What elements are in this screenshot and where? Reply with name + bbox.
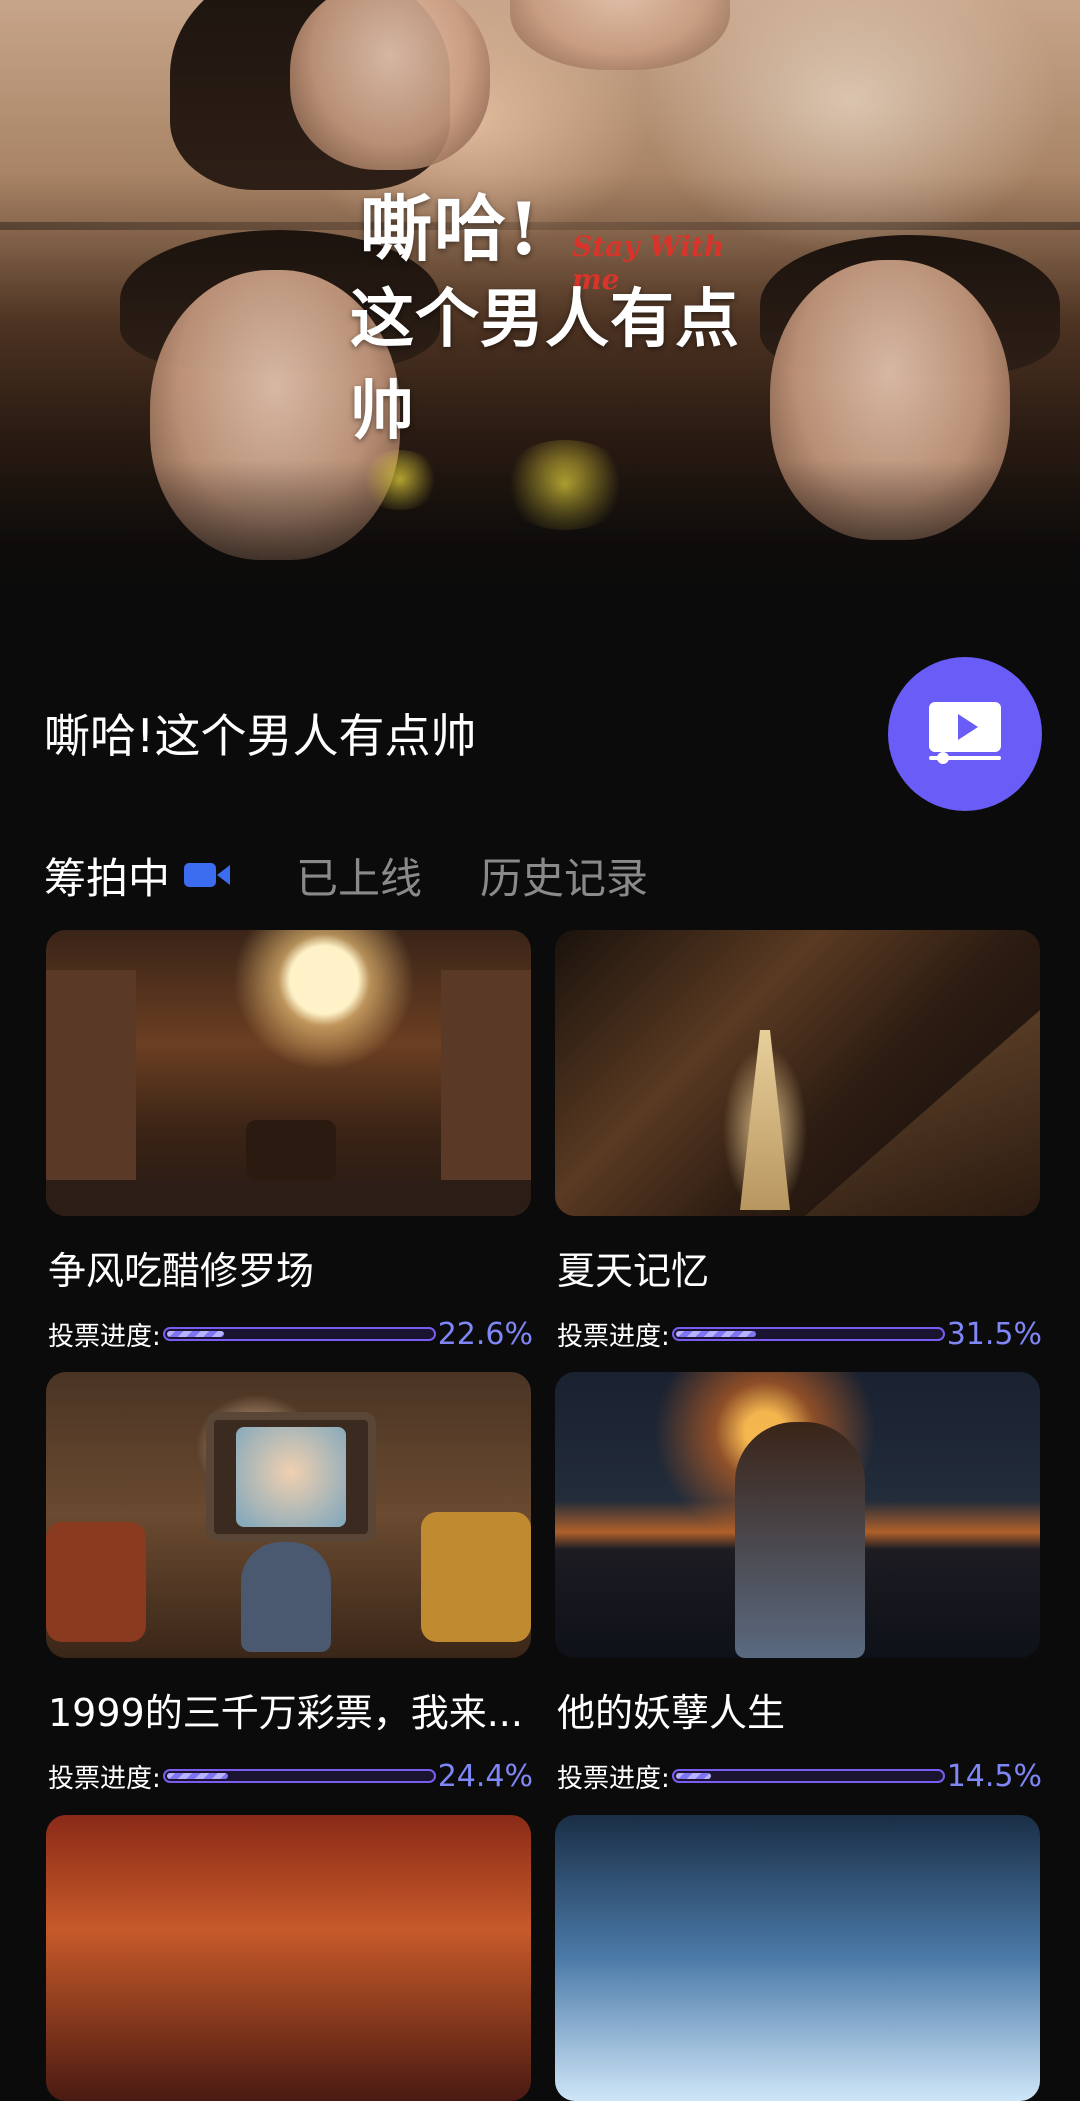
hero-figure-face — [290, 0, 490, 170]
hero-title-line2: 这个男人有点帅 — [350, 282, 740, 449]
drama-card[interactable]: 争风吃醋修罗场 投票进度: 22.6% — [46, 930, 533, 1352]
hero-title-line1: 嘶哈! — [360, 186, 542, 271]
thumbnail-couple — [246, 1120, 336, 1180]
vote-progress-label: 投票进度: — [48, 1321, 161, 1352]
drama-card-title: 他的妖孽人生 — [557, 1691, 786, 1735]
vote-progress: 投票进度: 24.4% — [48, 1756, 533, 1796]
drama-card-title: 夏天记忆 — [557, 1249, 710, 1293]
vote-progress-label: 投票进度: — [48, 1763, 161, 1794]
vote-progress: 投票进度: 31.5% — [557, 1314, 1042, 1354]
drama-thumbnail[interactable] — [46, 1372, 531, 1658]
drama-thumbnail[interactable] — [555, 1815, 1040, 2101]
tab-history[interactable]: 历史记录 — [480, 845, 648, 906]
drama-card-title: 争风吃醋修罗场 — [48, 1249, 315, 1293]
drama-card[interactable] — [46, 1815, 531, 2101]
vote-progress-label: 投票进度: — [557, 1321, 670, 1352]
tab-bar: 筹拍中 已上线 历史记录 — [44, 845, 706, 905]
drama-thumbnail[interactable] — [46, 1815, 531, 2101]
vote-progress-bar — [671, 1327, 945, 1341]
tab-label: 已上线 — [296, 853, 423, 903]
tab-label: 筹拍中 — [44, 853, 171, 903]
vote-progress-bar — [162, 1769, 436, 1783]
vote-progress-percent: 24.4% — [437, 1758, 533, 1794]
vote-progress-bar — [671, 1769, 945, 1783]
drama-title: 嘶哈!这个男人有点帅 — [44, 709, 477, 763]
play-video-button[interactable] — [888, 657, 1042, 811]
thumbnail-child — [241, 1542, 331, 1652]
video-play-icon — [927, 700, 1003, 768]
tab-in-preparation[interactable]: 筹拍中 — [44, 845, 238, 906]
vote-progress-percent: 14.5% — [946, 1758, 1042, 1794]
thumbnail-armchair — [46, 1522, 146, 1642]
tab-online[interactable]: 已上线 — [296, 845, 422, 906]
drama-thumbnail[interactable] — [555, 930, 1040, 1216]
tab-label: 历史记录 — [480, 853, 649, 903]
thumbnail-ground — [46, 1180, 531, 1216]
thumbnail-staircase — [805, 1010, 1040, 1216]
vote-progress-percent: 22.6% — [437, 1316, 533, 1352]
vote-progress-fill — [675, 1331, 757, 1337]
vote-progress-fill — [166, 1331, 224, 1337]
drama-card-title: 1999的三千万彩票，我来... — [48, 1691, 523, 1735]
hero-title-art: 嘶哈! Stay With me 这个男人有点帅 — [350, 170, 750, 449]
hero-banner[interactable]: 嘶哈! Stay With me 这个男人有点帅 — [0, 0, 1080, 620]
thumbnail-armchair — [421, 1512, 531, 1642]
drama-card[interactable]: 夏天记忆 投票进度: 31.5% — [555, 930, 1042, 1352]
thumbnail-figure-gown — [740, 1030, 790, 1210]
drama-card[interactable]: 1999的三千万彩票，我来... 投票进度: 24.4% — [46, 1372, 533, 1794]
vote-progress-fill — [675, 1773, 711, 1779]
video-camera-icon — [184, 860, 231, 890]
vote-progress-label: 投票进度: — [557, 1763, 670, 1794]
vote-progress: 投票进度: 22.6% — [48, 1314, 533, 1354]
drama-thumbnail[interactable] — [46, 930, 531, 1216]
thumbnail-tv-screen — [236, 1427, 346, 1527]
vote-progress-percent: 31.5% — [946, 1316, 1042, 1352]
hero-fade — [0, 460, 1080, 620]
drama-thumbnail[interactable] — [555, 1372, 1040, 1658]
vote-progress-bar — [162, 1327, 436, 1341]
drama-card[interactable]: 他的妖孽人生 投票进度: 14.5% — [555, 1372, 1042, 1794]
vote-progress-fill — [166, 1773, 229, 1779]
vote-progress: 投票进度: 14.5% — [557, 1756, 1042, 1796]
drama-card[interactable] — [555, 1815, 1040, 2101]
hero-figure-face — [510, 0, 730, 70]
thumbnail-woman — [735, 1422, 865, 1658]
